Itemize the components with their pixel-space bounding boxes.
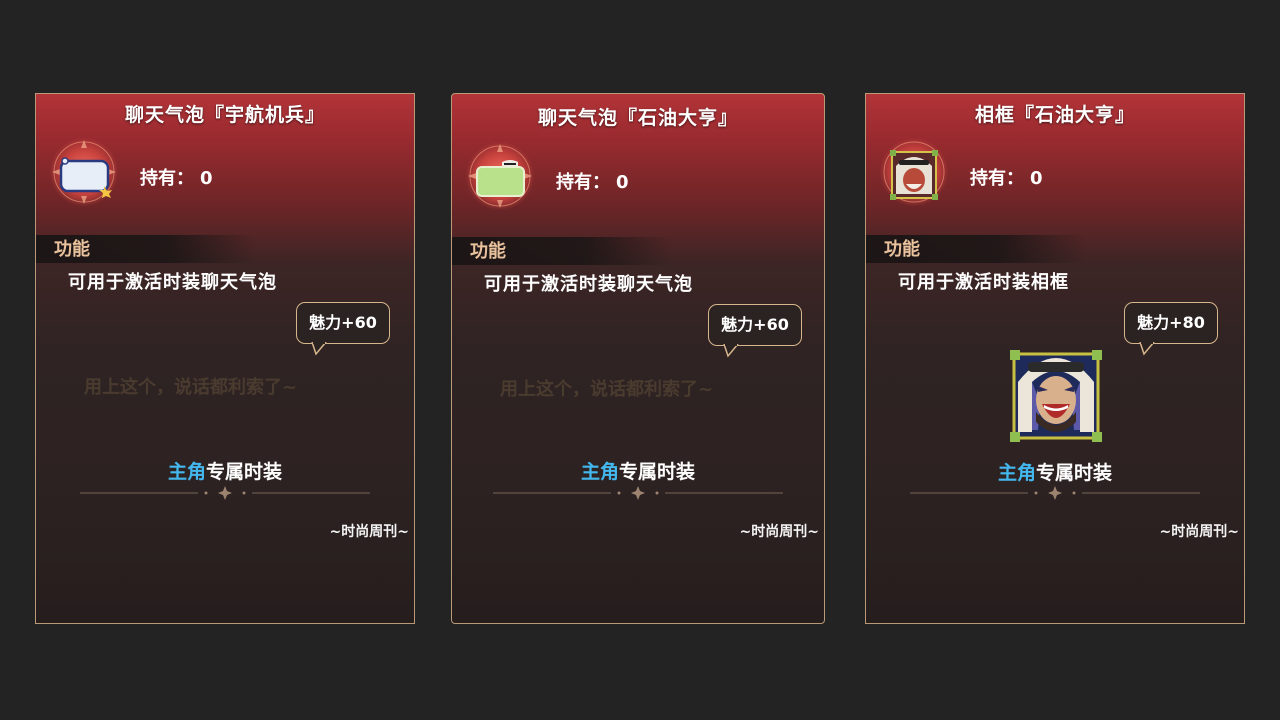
charm-bonus-bubble: 魅力+60 [296,302,390,344]
portrait-preview-icon [1010,350,1102,442]
charm-bonus-bubble: 魅力+60 [708,304,802,346]
item-icon [466,142,534,210]
magazine-label: ~时尚周刊~ [1159,524,1239,540]
exclusive-label: 主角专属时装 [580,461,696,483]
owned-count: 持有： 0 [140,168,213,189]
chat-bubble-white-icon [52,140,116,204]
ornament-divider [910,486,1200,500]
bubble-tail [311,342,327,356]
item-title: 相框『石油大亨』 [974,104,1135,126]
item-description: 可用于激活时装相框 [898,272,1069,293]
chat-bubble-green-icon [468,144,532,208]
ornament-divider [80,486,370,500]
item-title: 聊天气泡『宇航机兵』 [124,104,325,126]
magazine-label: ~时尚周刊~ [739,524,819,540]
exclusive-label: 主角专属时装 [997,462,1113,484]
charm-bonus-bubble: 魅力+80 [1124,302,1218,344]
flavor-text: 用上这个，说话都利索了~ [84,377,298,398]
item-description: 可用于激活时装聊天气泡 [484,274,693,295]
item-card-2[interactable]: 聊天气泡『石油大亨』 持有： 0 功能 可用于激活时装聊天气泡 魅力+60 用上这… [451,93,825,624]
owned-count: 持有： 0 [970,168,1043,189]
section-label-function: 功能 [470,241,506,262]
bubble-tail [1139,342,1155,356]
exclusive-label: 主角专属时装 [167,461,283,483]
flavor-text: 用上这个，说话都利索了~ [500,379,714,400]
item-title: 聊天气泡『石油大亨』 [537,107,738,129]
owned-count: 持有： 0 [556,172,629,193]
item-card-3[interactable]: 相框『石油大亨』 持有： 0 功能 可用于激活时装相框 魅力+80 主角专属时装… [865,93,1245,624]
magazine-label: ~时尚周刊~ [329,524,409,540]
item-icon [50,138,118,206]
section-label-function: 功能 [54,239,90,260]
item-description: 可用于激活时装聊天气泡 [68,272,277,293]
item-icon [880,138,948,206]
item-card-1[interactable]: 聊天气泡『宇航机兵』 持有： 0 功能 可用于激活时装聊天气泡 魅力+60 用上这… [35,93,415,624]
ornament-divider [493,486,783,500]
bubble-tail [723,344,739,358]
section-label-function: 功能 [884,239,920,260]
portrait-frame-icon [883,141,945,203]
